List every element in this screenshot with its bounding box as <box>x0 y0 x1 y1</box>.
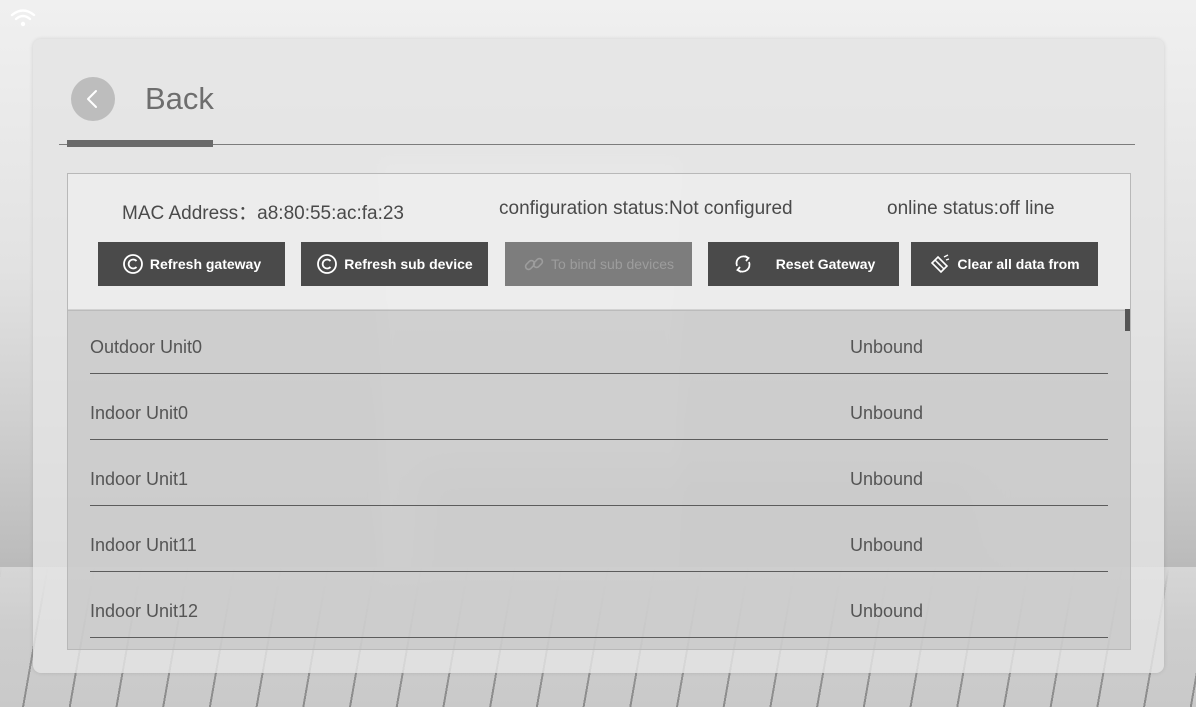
refresh-sub-device-button[interactable]: Refresh sub device <box>301 242 488 286</box>
mac-address: MAC Address：a8:80:55:ac:fa:23 <box>122 203 404 224</box>
list-item[interactable]: Indoor Unit11 Unbound <box>90 507 1108 572</box>
device-status: Unbound <box>850 535 924 555</box>
device-name: Indoor Unit11 <box>90 535 197 555</box>
refresh-icon <box>317 254 338 274</box>
reset-gateway-label: Reset Gateway <box>775 256 876 272</box>
bind-sub-devices-label: To bind sub devices <box>551 256 674 272</box>
chevron-left-icon <box>87 90 97 108</box>
online-status: online status:off line <box>887 198 1055 219</box>
configuration-status: configuration status:Not configured <box>499 198 793 219</box>
list-item[interactable]: Outdoor Unit0 Unbound <box>90 309 1108 374</box>
list-item[interactable]: Indoor Unit0 Unbound <box>90 375 1108 440</box>
wifi-icon <box>10 9 36 27</box>
reset-gateway-button[interactable]: Reset Gateway <box>708 242 899 286</box>
back-row: Back <box>71 77 214 121</box>
back-label[interactable]: Back <box>145 81 214 117</box>
device-status: Unbound <box>850 337 924 357</box>
device-name: Indoor Unit1 <box>90 469 189 489</box>
gateway-info-box: MAC Address：a8:80:55:ac:fa:23 configurat… <box>67 173 1131 311</box>
refresh-gateway-button[interactable]: Refresh gateway <box>98 242 285 286</box>
refresh-icon <box>122 254 143 274</box>
device-status: Unbound <box>850 469 924 489</box>
back-button[interactable] <box>71 77 115 121</box>
list-item[interactable]: Indoor Unit1 Unbound <box>90 441 1108 506</box>
refresh-gateway-label: Refresh gateway <box>149 256 262 272</box>
eraser-icon <box>931 254 950 274</box>
device-status: Unbound <box>850 403 924 423</box>
gateway-panel: Back MAC Address：a8:80:55:ac:fa:23 confi… <box>33 39 1164 673</box>
header-indicator <box>67 140 213 147</box>
scrollbar[interactable] <box>1125 309 1130 331</box>
clear-all-data-label: Clear all data from <box>957 256 1080 272</box>
list-item[interactable]: Indoor Unit12 Unbound <box>90 573 1108 638</box>
sub-device-list[interactable]: Outdoor Unit0 Unbound Indoor Unit0 Unbou… <box>67 309 1131 650</box>
header-divider <box>59 144 1135 145</box>
clear-all-data-button[interactable]: Clear all data from <box>911 242 1098 286</box>
device-name: Indoor Unit0 <box>90 403 189 423</box>
device-name: Indoor Unit12 <box>90 601 199 621</box>
refresh-sub-device-label: Refresh sub device <box>344 256 473 272</box>
sync-icon <box>735 255 751 273</box>
bind-sub-devices-button: To bind sub devices <box>505 242 692 286</box>
device-name: Outdoor Unit0 <box>90 337 203 357</box>
link-icon <box>524 257 544 271</box>
device-status: Unbound <box>850 601 924 621</box>
